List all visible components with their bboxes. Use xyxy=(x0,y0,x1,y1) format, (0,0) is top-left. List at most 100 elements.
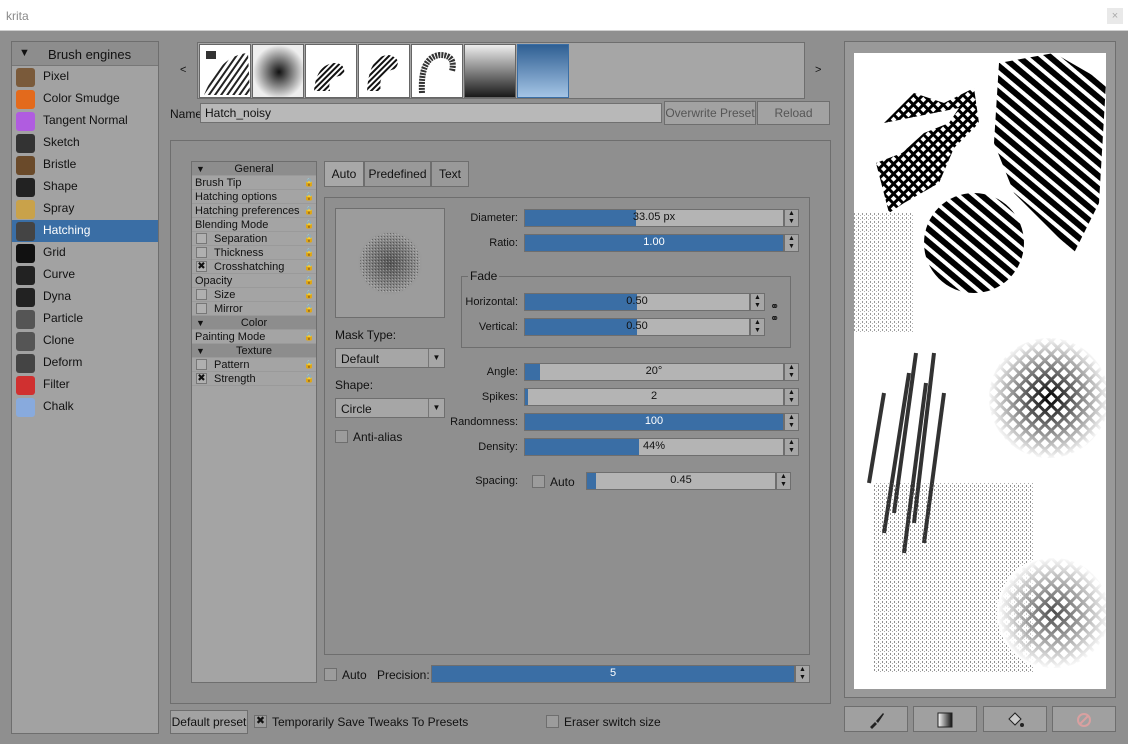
gradient-fill-icon xyxy=(937,712,953,728)
shape-select[interactable]: Circle ▼ xyxy=(335,398,445,418)
ratio-spin-arrows[interactable]: ▲ ▼ xyxy=(784,234,799,252)
horizontal-slider[interactable]: 0.50 xyxy=(524,293,750,311)
curve-icon xyxy=(16,266,35,285)
reload-button[interactable]: Reload xyxy=(757,101,830,125)
window-title: krita xyxy=(6,9,29,23)
tab-text[interactable]: Text xyxy=(431,161,469,187)
diameter-slider[interactable]: 33.05 px xyxy=(524,209,784,227)
pattern-checkbox[interactable] xyxy=(196,359,207,370)
engine-label: Sketch xyxy=(43,135,80,149)
thickness-checkbox[interactable] xyxy=(196,247,207,258)
ratio-slider[interactable]: 1.00 xyxy=(524,234,784,252)
precision-slider[interactable]: 5 xyxy=(431,665,795,683)
engine-label: Chalk xyxy=(43,399,74,413)
option-painting-mode[interactable]: Painting Mode 🔒 xyxy=(192,330,316,344)
separation-checkbox[interactable] xyxy=(196,233,207,244)
option-brush-tip[interactable]: Brush Tip 🔒 xyxy=(192,176,316,190)
engine-item-deform[interactable]: Deform xyxy=(12,352,158,374)
option-strength[interactable]: ✖ Strength 🔒 xyxy=(192,372,316,386)
engine-label: Bristle xyxy=(43,157,77,171)
gradient-fill-button[interactable] xyxy=(913,706,977,732)
preset-name-input[interactable]: Hatch_noisy xyxy=(200,103,662,123)
clear-scratchpad-button[interactable] xyxy=(1052,706,1116,732)
angle-slider[interactable]: 20° xyxy=(524,363,784,381)
section-texture[interactable]: ▼ Texture xyxy=(192,344,316,358)
option-opacity[interactable]: Opacity 🔒 xyxy=(192,274,316,288)
mirror-checkbox[interactable] xyxy=(196,303,207,314)
lock-icon: 🔒 xyxy=(304,360,314,369)
option-separation[interactable]: Separation 🔒 xyxy=(192,232,316,246)
option-crosshatching[interactable]: ✖ Crosshatching 🔒 xyxy=(192,260,316,274)
option-size[interactable]: Size 🔒 xyxy=(192,288,316,302)
preset-thumb-grass[interactable] xyxy=(464,44,516,98)
preset-next-button[interactable]: > xyxy=(815,64,821,76)
preset-thumb-swan-2[interactable] xyxy=(358,44,410,98)
engine-item-dyna[interactable]: Dyna xyxy=(12,286,158,308)
color-smudge-icon xyxy=(16,90,35,109)
option-blending-mode[interactable]: Blending Mode 🔒 xyxy=(192,218,316,232)
lock-icon: 🔒 xyxy=(304,374,314,383)
size-checkbox[interactable] xyxy=(196,289,207,300)
option-hatching-options[interactable]: Hatching options 🔒 xyxy=(192,190,316,204)
chain-link-icon[interactable]: ⚭ ⚭ xyxy=(770,301,779,325)
horizontal-spin-arrows[interactable]: ▲ ▼ xyxy=(750,293,765,311)
preset-thumb-swan-1[interactable] xyxy=(305,44,357,98)
engine-item-spray[interactable]: Spray xyxy=(12,198,158,220)
section-general[interactable]: ▼ General xyxy=(192,162,316,176)
engine-item-color-smudge[interactable]: Color Smudge xyxy=(12,88,158,110)
spacing-spin-arrows[interactable]: ▲ ▼ xyxy=(776,472,791,490)
engine-item-sketch[interactable]: Sketch xyxy=(12,132,158,154)
diameter-spin-arrows[interactable]: ▲ ▼ xyxy=(784,209,799,227)
density-slider[interactable]: 44% xyxy=(524,438,784,456)
option-pattern[interactable]: Pattern 🔒 xyxy=(192,358,316,372)
close-button[interactable]: × xyxy=(1107,8,1123,24)
engine-item-pixel[interactable]: Pixel xyxy=(12,66,158,88)
spacing-auto-checkbox[interactable] xyxy=(532,475,545,488)
engine-item-curve[interactable]: Curve xyxy=(12,264,158,286)
angle-spin-arrows[interactable]: ▲ ▼ xyxy=(784,363,799,381)
scratchpad-canvas[interactable] xyxy=(854,53,1106,689)
overwrite-preset-button[interactable]: Overwrite Preset xyxy=(664,101,756,125)
strength-checkbox[interactable]: ✖ xyxy=(196,373,207,384)
brush-tool-button[interactable] xyxy=(844,706,908,732)
vertical-slider[interactable]: 0.50 xyxy=(524,318,750,336)
temp-save-checkbox[interactable]: ✖ xyxy=(254,715,267,728)
crosshatching-checkbox[interactable]: ✖ xyxy=(196,261,207,272)
vertical-spin-arrows[interactable]: ▲ ▼ xyxy=(750,318,765,336)
engine-item-bristle[interactable]: Bristle xyxy=(12,154,158,176)
engine-item-shape[interactable]: Shape xyxy=(12,176,158,198)
density-spin-arrows[interactable]: ▲ ▼ xyxy=(784,438,799,456)
eraser-switch-checkbox[interactable] xyxy=(546,715,559,728)
precision-spin-arrows[interactable]: ▲ ▼ xyxy=(795,665,810,683)
preset-thumb-dots[interactable] xyxy=(252,44,304,98)
option-hatching-preferences[interactable]: Hatching preferences 🔒 xyxy=(192,204,316,218)
preset-thumb-hatch[interactable] xyxy=(199,44,251,98)
option-thickness[interactable]: Thickness 🔒 xyxy=(192,246,316,260)
spikes-spin-arrows[interactable]: ▲ ▼ xyxy=(784,388,799,406)
preset-thumb-swan-3[interactable] xyxy=(411,44,463,98)
engine-item-clone[interactable]: Clone xyxy=(12,330,158,352)
brush-engines-header[interactable]: ▼ Brush engines xyxy=(12,42,158,66)
spacing-slider[interactable]: 0.45 xyxy=(586,472,776,490)
default-preset-button[interactable]: Default preset xyxy=(170,710,248,734)
preset-prev-button[interactable]: < xyxy=(180,64,186,76)
precision-auto-checkbox[interactable] xyxy=(324,668,337,681)
randomness-slider[interactable]: 100 xyxy=(524,413,784,431)
tab-predefined[interactable]: Predefined xyxy=(364,161,431,187)
preset-thumb-noisy-selected[interactable] xyxy=(517,44,569,98)
option-mirror[interactable]: Mirror 🔒 xyxy=(192,302,316,316)
randomness-spin-arrows[interactable]: ▲ ▼ xyxy=(784,413,799,431)
section-color[interactable]: ▼ Color xyxy=(192,316,316,330)
engine-item-hatching[interactable]: Hatching xyxy=(12,220,158,242)
bucket-fill-button[interactable] xyxy=(983,706,1047,732)
engine-item-particle[interactable]: Particle xyxy=(12,308,158,330)
spikes-slider[interactable]: 2 xyxy=(524,388,784,406)
mask-type-select[interactable]: Default ▼ xyxy=(335,348,445,368)
sketch-icon xyxy=(16,134,35,153)
engine-item-grid[interactable]: Grid xyxy=(12,242,158,264)
engine-item-filter[interactable]: Filter xyxy=(12,374,158,396)
engine-item-chalk[interactable]: Chalk xyxy=(12,396,158,418)
tab-auto[interactable]: Auto xyxy=(324,161,364,187)
antialias-checkbox[interactable] xyxy=(335,430,348,443)
engine-item-tangent-normal[interactable]: Tangent Normal xyxy=(12,110,158,132)
